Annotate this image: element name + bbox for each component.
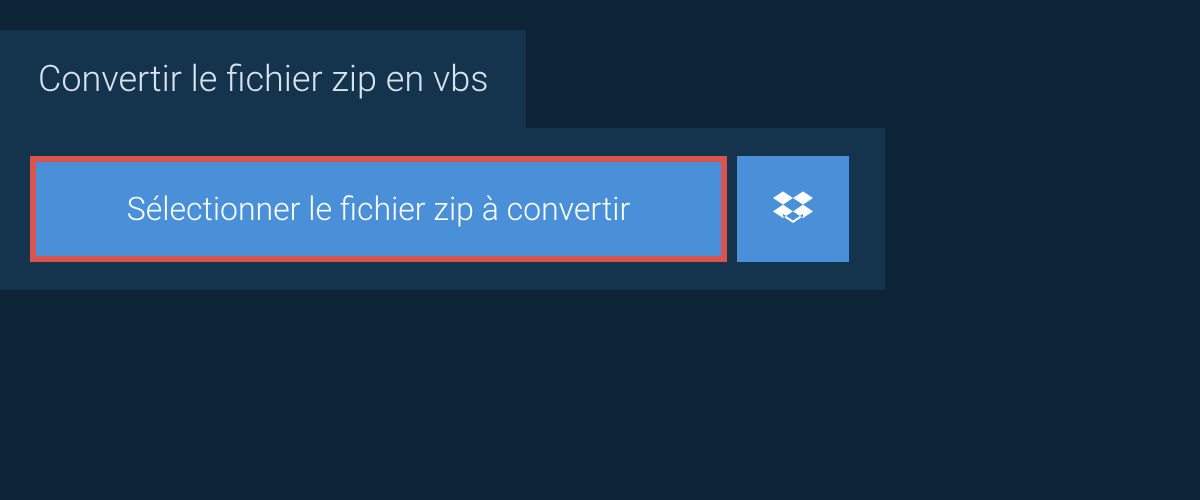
select-file-button[interactable]: Sélectionner le fichier zip à convertir xyxy=(30,156,727,262)
converter-widget: Convertir le fichier zip en vbs Sélectio… xyxy=(0,0,1200,500)
select-file-label: Sélectionner le fichier zip à convertir xyxy=(127,190,630,228)
button-row: Sélectionner le fichier zip à convertir xyxy=(30,156,855,262)
page-title: Convertir le fichier zip en vbs xyxy=(0,30,526,128)
dropbox-icon xyxy=(773,188,813,231)
action-panel: Sélectionner le fichier zip à convertir xyxy=(0,128,885,290)
dropbox-button[interactable] xyxy=(737,156,849,262)
